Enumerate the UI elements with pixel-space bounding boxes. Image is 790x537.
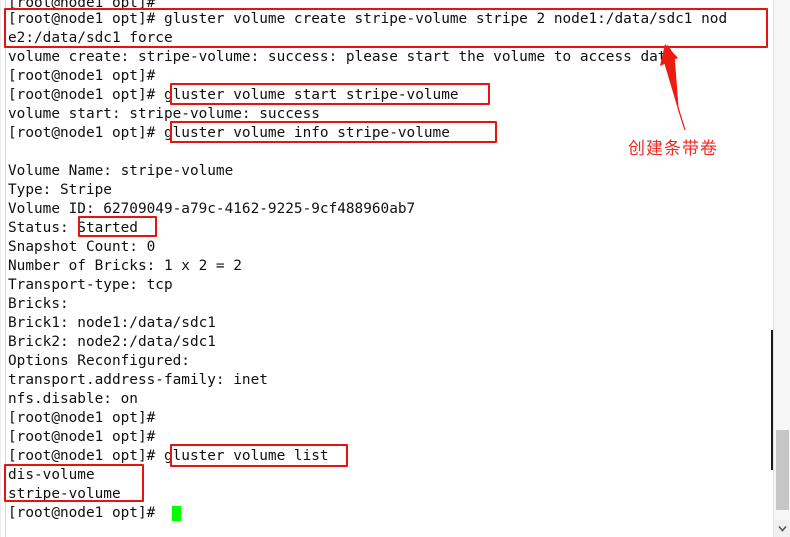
terminal-line: Volume Name: stripe-volume [8,163,234,179]
terminal-line: [root@node1 opt]# gluster volume list [8,448,329,464]
terminal-left-rule [5,0,6,537]
pointer-arrow [640,38,720,138]
terminal-line: dis-volume [8,467,95,483]
terminal-line: Number of Bricks: 1 x 2 = 2 [8,258,242,274]
terminal-screenshot: [root@node1 opt]# [root@node1 opt]# glust… [0,0,790,537]
terminal-line: e2:/data/sdc1 force [8,30,173,46]
terminal-line: [root@node1 opt]# gluster volume create … [8,11,728,27]
terminal-line: [root@node1 opt]# [8,410,156,426]
terminal-line: Options Reconfigured: [8,353,190,369]
terminal-line: Status: Started [8,220,138,236]
window-left-edge [0,0,1,537]
terminal-line: Brick1: node1:/data/sdc1 [8,315,216,331]
terminal-line: [root@node1 opt]# [8,68,156,84]
terminal-line: Volume ID: 62709049-a79c-4162-9225-9cf48… [8,201,416,217]
scrollbar-thumb[interactable] [776,430,789,510]
terminal-line: [root@node1 opt]# gluster volume info st… [8,125,450,141]
terminal-line: volume start: stripe-volume: success [8,106,320,122]
terminal-line: stripe-volume [8,486,121,502]
terminal-line: Snapshot Count: 0 [8,239,156,255]
annotation-caption: 创建条带卷 [628,139,718,159]
terminal-line: volume create: stripe-volume: success: p… [8,49,676,65]
terminal-line: Bricks: [8,296,69,312]
scroll-down-button[interactable] [774,520,790,537]
terminal-line: Transport-type: tcp [8,277,173,293]
chevron-down-icon [778,525,787,532]
terminal-line: Brick2: node2:/data/sdc1 [8,334,216,350]
terminal-line: [root@node1 opt]# [8,429,156,445]
terminal-line: [root@node1 opt]# gluster volume start s… [8,87,459,103]
terminal-cursor [172,506,181,521]
terminal-line: [root@node1 opt]# [8,505,156,521]
terminal-line: Type: Stripe [8,182,112,198]
vertical-scrollbar[interactable] [773,0,790,537]
terminal-line: transport.address-family: inet [8,372,268,388]
terminal-line: nfs.disable: on [8,391,138,407]
